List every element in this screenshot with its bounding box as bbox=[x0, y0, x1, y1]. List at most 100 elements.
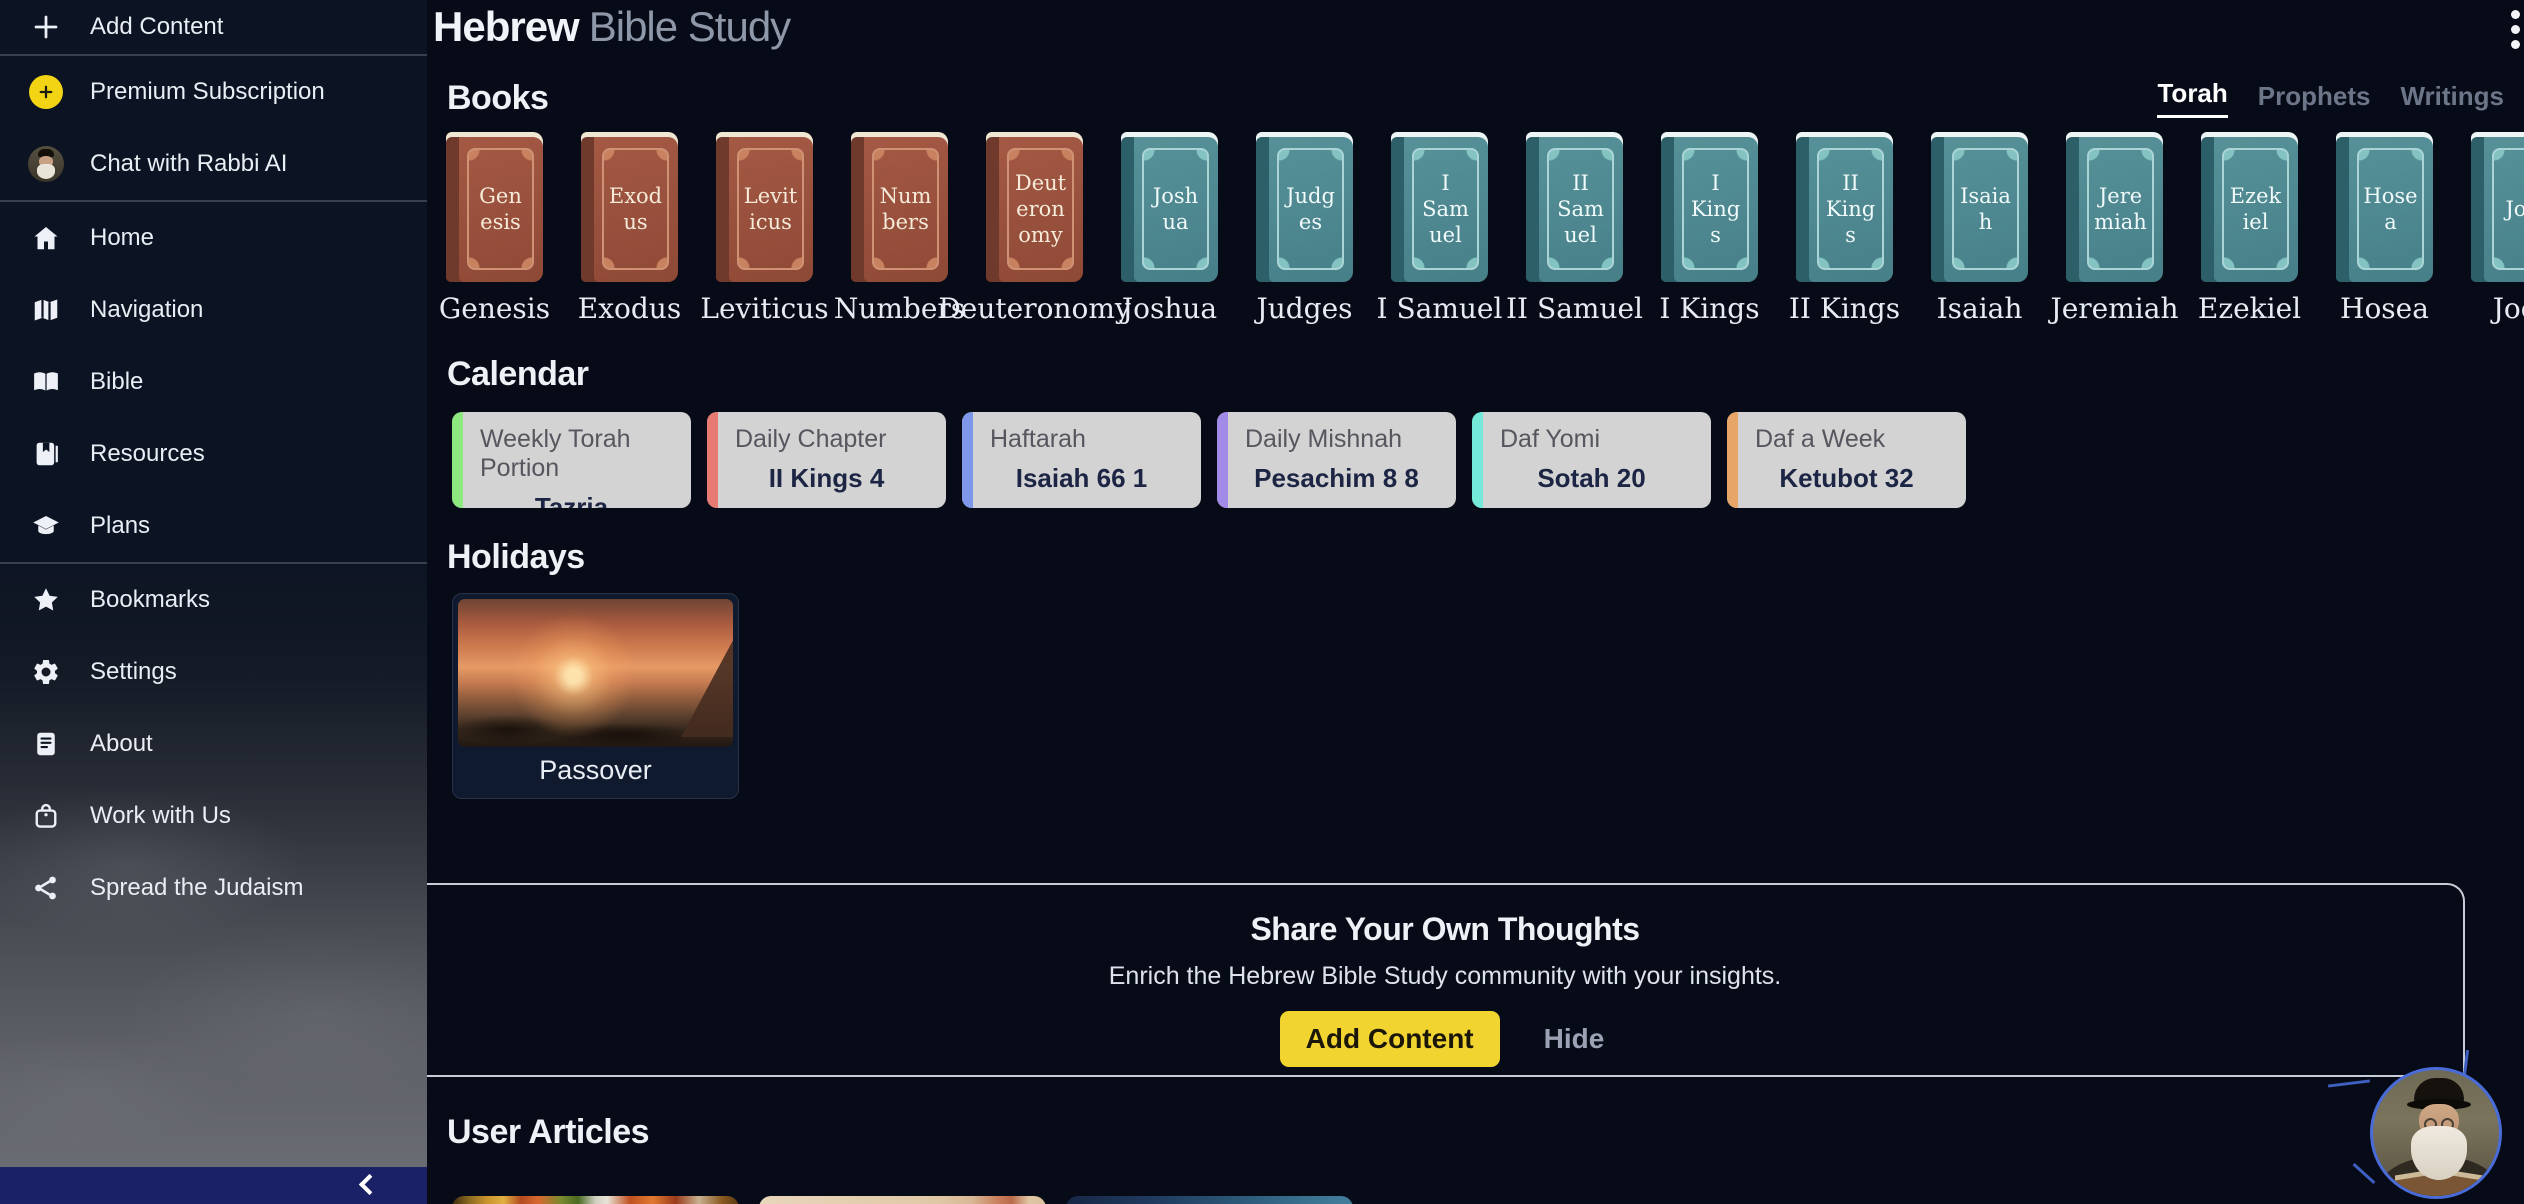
holiday-label: Passover bbox=[539, 754, 652, 785]
book-card[interactable]: Jeremiah Jeremiah bbox=[2047, 132, 2182, 325]
book-label: Judges bbox=[1256, 292, 1353, 325]
book-cover-title: Exodus bbox=[608, 183, 663, 234]
book-card[interactable]: I Samuel I Samuel bbox=[1372, 132, 1507, 325]
article-card[interactable] bbox=[1066, 1196, 1353, 1204]
calendar-card-value: Pesachim 8 8 bbox=[1254, 463, 1419, 493]
sidebar-item-label: Spread the Judaism bbox=[90, 874, 304, 901]
calendar-card-accent bbox=[1472, 412, 1483, 508]
book-card[interactable]: Hosea Hosea bbox=[2317, 132, 2452, 325]
hide-button[interactable]: Hide bbox=[1538, 1022, 1611, 1056]
book-label: Leviticus bbox=[700, 292, 829, 325]
sidebar-item-navigation[interactable]: Navigation bbox=[0, 274, 427, 346]
main-content: Hebrew Bible Study Books Torah Prophets W… bbox=[427, 2, 2524, 1204]
book-cover: I Kings bbox=[1661, 132, 1758, 282]
book-bookmark-icon bbox=[28, 436, 64, 472]
sidebar-item-premium-subscription[interactable]: Premium Subscription bbox=[0, 56, 427, 128]
calendar-card-label: Daily Chapter bbox=[735, 425, 887, 453]
book-cover-title: Numbers bbox=[879, 183, 932, 234]
sidebar-item-bookmarks[interactable]: Bookmarks bbox=[0, 564, 427, 636]
premium-plus-icon bbox=[28, 74, 64, 110]
book-card[interactable]: Leviticus Leviticus bbox=[697, 132, 832, 325]
calendar-card-label: Daily Mishnah bbox=[1245, 425, 1403, 453]
holiday-card[interactable]: Passover bbox=[452, 593, 739, 799]
book-cover-title: Deuteronomy bbox=[1014, 170, 1067, 248]
books-tab[interactable]: Prophets bbox=[2258, 81, 2371, 118]
book-card[interactable]: Ezekiel Ezekiel bbox=[2182, 132, 2317, 325]
sidebar-item-about[interactable]: About bbox=[0, 708, 427, 780]
books-section-title: Books bbox=[447, 79, 549, 117]
book-card[interactable]: Exodus Exodus bbox=[562, 132, 697, 325]
sidebar-item-bible[interactable]: Bible bbox=[0, 346, 427, 418]
sidebar-item-label: Premium Subscription bbox=[90, 78, 325, 105]
books-tab[interactable]: Torah bbox=[2157, 78, 2228, 118]
home-icon bbox=[28, 220, 64, 256]
book-card[interactable]: I Kings I Kings bbox=[1642, 132, 1777, 325]
calendar-card-accent bbox=[1217, 412, 1228, 508]
book-cover: Numbers bbox=[851, 132, 948, 282]
book-cover-title: II Samuel bbox=[1557, 170, 1604, 248]
rabbi-assistant-avatar[interactable] bbox=[2370, 1067, 2502, 1199]
book-card[interactable]: Joel Joel bbox=[2452, 132, 2524, 325]
map-icon bbox=[28, 292, 64, 328]
sidebar-item-work-with-us[interactable]: Work with Us bbox=[0, 780, 427, 852]
sidebar-item-label: Settings bbox=[90, 658, 177, 685]
holidays-section-title: Holidays bbox=[447, 538, 585, 576]
book-cover-title: II Kings bbox=[1825, 170, 1876, 248]
calendar-card-label: Weekly Torah Portion bbox=[480, 425, 631, 482]
sidebar-item-label: Plans bbox=[90, 512, 151, 539]
sidebar-item-add-content[interactable]: Add Content bbox=[0, 0, 427, 54]
book-label: I Samuel bbox=[1376, 292, 1503, 325]
book-card[interactable]: Deuteronomy Deuteronomy bbox=[938, 132, 1131, 325]
sidebar-item-resources[interactable]: Resources bbox=[0, 418, 427, 490]
sidebar-item-spread-the-judaism[interactable]: Spread the Judaism bbox=[0, 852, 427, 924]
user-articles-row bbox=[452, 1196, 2524, 1204]
star-icon bbox=[28, 582, 64, 618]
sidebar-item-home[interactable]: Home bbox=[0, 202, 427, 274]
calendar-card[interactable]: Daily Mishnah Pesachim 8 8 bbox=[1217, 412, 1456, 508]
share-panel-title: Share Your Own Thoughts bbox=[1250, 911, 1640, 947]
holiday-image bbox=[458, 599, 733, 747]
book-cover-title: I Samuel bbox=[1422, 170, 1469, 248]
book-cover: Leviticus bbox=[716, 132, 813, 282]
book-label: Ezekiel bbox=[2197, 292, 2302, 325]
book-card[interactable]: II Samuel II Samuel bbox=[1506, 132, 1643, 325]
article-card[interactable] bbox=[759, 1196, 1046, 1204]
calendar-card[interactable]: Haftarah Isaiah 66 1 bbox=[962, 412, 1201, 508]
calendar-card-label: Haftarah bbox=[990, 425, 1086, 453]
book-label: Genesis bbox=[438, 292, 551, 325]
calendar-card[interactable]: Weekly Torah Portion Tazria bbox=[452, 412, 691, 508]
sidebar-item-chat-with-rabbi-ai[interactable]: Chat with Rabbi AI bbox=[0, 128, 427, 200]
book-card[interactable]: Judges Judges bbox=[1237, 132, 1372, 325]
book-card[interactable]: Isaiah Isaiah bbox=[1912, 132, 2047, 325]
book-cover-title: Leviticus bbox=[743, 183, 798, 234]
book-label: II Kings bbox=[1788, 292, 1901, 325]
book-card[interactable]: Joshua Joshua bbox=[1102, 132, 1237, 325]
books-row: Genesis Genesis Exodus Exodus Leviticus … bbox=[427, 132, 2524, 325]
sidebar-item-label: Work with Us bbox=[90, 802, 231, 829]
book-cover-title: Hosea bbox=[2363, 183, 2418, 234]
book-card[interactable]: II Kings II Kings bbox=[1777, 132, 1912, 325]
calendar-card[interactable]: Daf Yomi Sotah 20 bbox=[1472, 412, 1711, 508]
kebab-menu-icon[interactable] bbox=[2511, 10, 2520, 49]
books-section-header: Books Torah Prophets Writings bbox=[447, 78, 2504, 118]
collapse-sidebar-chevron-icon[interactable] bbox=[358, 1173, 381, 1196]
sidebar-item-label: Resources bbox=[90, 440, 205, 467]
open-book-icon bbox=[28, 364, 64, 400]
calendar-card-accent bbox=[707, 412, 718, 508]
books-tabs: Torah Prophets Writings bbox=[2157, 78, 2504, 118]
book-cover: Exodus bbox=[581, 132, 678, 282]
book-cover: Isaiah bbox=[1931, 132, 2028, 282]
add-content-button[interactable]: Add Content bbox=[1279, 1011, 1500, 1067]
sidebar-item-label: About bbox=[90, 730, 153, 757]
article-card[interactable] bbox=[452, 1196, 739, 1204]
book-cover-title: I Kings bbox=[1690, 170, 1741, 248]
calendar-card[interactable]: Daf a Week Ketubot 32 bbox=[1727, 412, 1966, 508]
book-cover: Ezekiel bbox=[2201, 132, 2298, 282]
calendar-card-label: Daf a Week bbox=[1755, 425, 1886, 453]
book-card[interactable]: Genesis Genesis bbox=[427, 132, 562, 325]
books-tab[interactable]: Writings bbox=[2400, 81, 2504, 118]
calendar-card[interactable]: Daily Chapter II Kings 4 bbox=[707, 412, 946, 508]
sidebar-item-settings[interactable]: Settings bbox=[0, 636, 427, 708]
calendar-card-value: Sotah 20 bbox=[1537, 463, 1646, 493]
sidebar-item-plans[interactable]: Plans bbox=[0, 490, 427, 562]
